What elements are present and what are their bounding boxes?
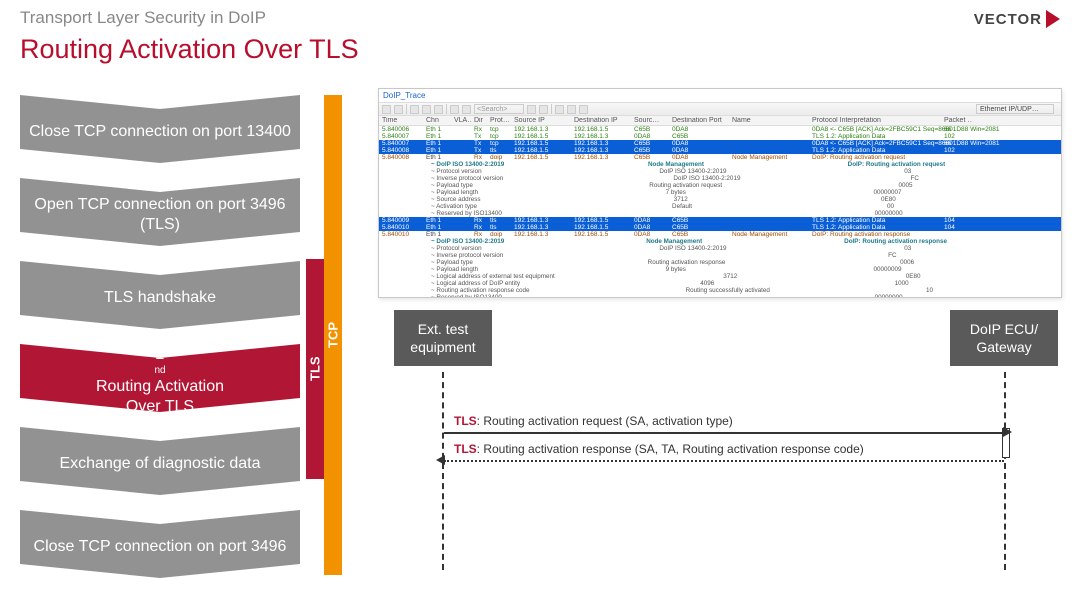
column-header[interactable]: VLA… [454, 117, 472, 124]
detail-line: ~ Protocol versionDoIP ISO 13400-2:20190… [379, 245, 1061, 252]
detail-line: ~ Routing activation response codeRoutin… [379, 287, 1061, 294]
step-6: Close TCP connection on port 3496 [20, 510, 300, 578]
column-header[interactable]: Protocol Interpretation [812, 117, 942, 124]
toolbar-icon[interactable] [567, 105, 576, 114]
step-2: Open TCP connection on port 3496 (TLS) [20, 178, 300, 246]
actor-doip-gateway: DoIP ECU/ Gateway [950, 310, 1058, 366]
step-3: TLS handshake [20, 261, 300, 329]
trace-row[interactable]: 5.840008Eth 1Txtls192.168.1.5192.168.1.3… [379, 147, 1061, 154]
step-1: Close TCP connection on port 13400 [20, 95, 300, 163]
trace-row[interactable]: 5.840010Eth 1Rxtls192.168.1.3192.168.1.5… [379, 224, 1061, 231]
detail-line: ~ Payload length9 bytes00000009 [379, 266, 1061, 273]
tls-tag: TLS [454, 442, 477, 456]
trace-row[interactable]: 5.840007Eth 1Txtcp192.168.1.5192.168.1.3… [379, 140, 1061, 147]
detail-line: ~ Activation typeDefault00 [379, 203, 1061, 210]
detail-line: ~ Inverse protocol versionDoIP ISO 13400… [379, 175, 1061, 182]
actor-label: Ext. test [400, 320, 486, 338]
detail-line: ~ Payload typeRouting activation respons… [379, 259, 1061, 266]
trace-row[interactable]: 5.840006Eth 1Rxtcp192.168.1.3192.168.1.5… [379, 126, 1061, 133]
steps-column: Close TCP connection on port 13400 Open … [20, 95, 300, 593]
column-header[interactable]: Sourc… [634, 117, 670, 124]
trace-window: DoIP_Trace <Search> Ethernet IP/UDP… Tim… [378, 88, 1062, 298]
toolbar-icon[interactable] [422, 105, 431, 114]
toolbar-separator [406, 104, 407, 114]
tls-tag: TLS [454, 414, 477, 428]
toolbar-icon[interactable] [450, 105, 459, 114]
actor-label: DoIP ECU/ [956, 320, 1052, 338]
column-header[interactable]: Chn [426, 117, 452, 124]
actor-label: equipment [400, 338, 486, 356]
column-header[interactable]: Destination Port [672, 117, 730, 124]
detail-line: ~ Source address37120E80 [379, 196, 1061, 203]
column-header[interactable]: Destination IP [574, 117, 632, 124]
column-header[interactable]: Dir [474, 117, 488, 124]
toolbar-icon[interactable] [539, 105, 548, 114]
toolbar-separator [446, 104, 447, 114]
actor-label: Gateway [956, 338, 1052, 356]
arrow-right-icon [1003, 427, 1012, 437]
arrow-left-icon [436, 455, 445, 465]
tcp-bar: TCP [324, 95, 342, 575]
trace-row[interactable]: 5.840007Eth 1Txtcp192.168.1.5192.168.1.3… [379, 133, 1061, 140]
column-header[interactable]: Name [732, 117, 810, 124]
detail-line: ~ Payload length7 bytes00000007 [379, 189, 1061, 196]
sequence-diagram: Ext. test equipment DoIP ECU/ Gateway TL… [378, 310, 1062, 570]
toolbar-icon[interactable] [410, 105, 419, 114]
trace-title: DoIP_Trace [379, 89, 1061, 102]
toolbar-icon[interactable] [382, 105, 391, 114]
trace-row[interactable]: 5.840008Eth 1Rxdoip192.168.1.5192.168.1.… [379, 154, 1061, 161]
detail-line: ~ Logical address of external test equip… [379, 273, 1061, 280]
protocol-filter[interactable]: Ethernet IP/UDP… [976, 104, 1054, 114]
trace-row[interactable]: 5.840010Eth 1Rxdoip192.168.1.3192.168.1.… [379, 231, 1061, 238]
msg-text: : Routing activation response (SA, TA, R… [477, 442, 864, 456]
actor-test-equipment: Ext. test equipment [394, 310, 492, 366]
toolbar-icon[interactable] [555, 105, 564, 114]
step-5: Exchange of diagnostic data [20, 427, 300, 495]
detail-line: ~ Inverse protocol versionFC [379, 252, 1061, 259]
vector-logo: VECTOR [974, 10, 1060, 28]
detail-line: ~ Payload typeRouting activation request… [379, 182, 1061, 189]
detail-line: ~ DoIP ISO 13400-2:2019Node ManagementDo… [379, 161, 1061, 168]
detail-line: ~ Protocol versionDoIP ISO 13400-2:20190… [379, 168, 1061, 175]
toolbar-icon[interactable] [527, 105, 536, 114]
toolbar-separator [551, 104, 552, 114]
subtitle: Transport Layer Security in DoIP [20, 8, 266, 28]
trace-toolbar[interactable]: <Search> Ethernet IP/UDP… [379, 102, 1061, 116]
detail-line: ~ Reserved by ISO1340000000000 [379, 210, 1061, 217]
step-4-active: 2nd Routing ActivationOver TLS [20, 344, 300, 412]
column-header[interactable]: Packet … [944, 117, 972, 124]
detail-line: ~ Reserved by ISO1340000000000 [379, 294, 1061, 298]
tls-bar: TLS [306, 259, 324, 479]
toolbar-icon[interactable] [579, 105, 588, 114]
column-header[interactable]: Prot… [490, 117, 512, 124]
toolbar-icon[interactable] [462, 105, 471, 114]
trace-row[interactable]: 5.840009Eth 1Rxtls192.168.1.3192.168.1.5… [379, 217, 1061, 224]
column-header[interactable]: Source IP [514, 117, 572, 124]
lifeline-left [442, 372, 444, 570]
trace-header-row: TimeChnVLA…DirProt…Source IPDestination … [379, 116, 1061, 126]
msg-text: : Routing activation request (SA, activa… [477, 414, 733, 428]
toolbar-icon[interactable] [394, 105, 403, 114]
toolbar-icon[interactable] [434, 105, 443, 114]
logo-text: VECTOR [974, 11, 1042, 28]
logo-arrow-icon [1046, 10, 1060, 28]
detail-line: ~ DoIP ISO 13400-2:2019Node ManagementDo… [379, 238, 1061, 245]
trace-rows: 5.840006Eth 1Rxtcp192.168.1.3192.168.1.5… [379, 126, 1061, 298]
lifeline-right [1004, 372, 1006, 570]
column-header[interactable]: Time [382, 117, 424, 124]
page-title: Routing Activation Over TLS [20, 34, 359, 65]
search-input[interactable]: <Search> [474, 104, 524, 114]
detail-line: ~ Logical address of DoIP entity40961000 [379, 280, 1061, 287]
